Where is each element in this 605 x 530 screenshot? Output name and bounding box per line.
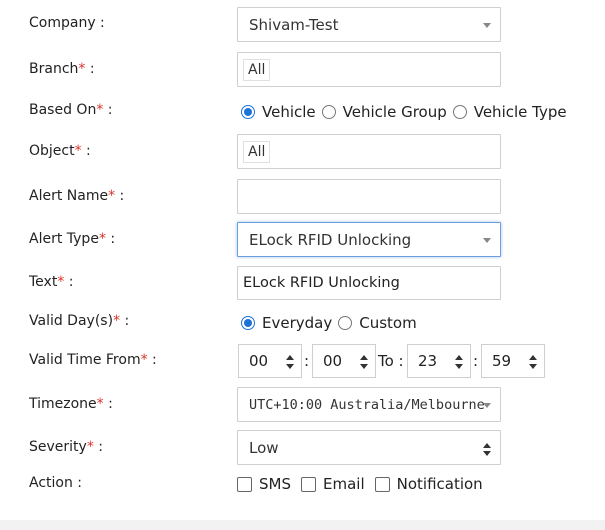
select-arrows-icon — [483, 443, 491, 456]
company-label: Company : — [29, 15, 105, 31]
dropdown-arrow-icon — [483, 23, 491, 28]
timezone-label: Timezone* : — [29, 396, 113, 412]
checkbox-sms[interactable] — [237, 476, 252, 492]
alert-type-label: Alert Type* : — [29, 231, 116, 247]
to-hour-value: 23 — [418, 352, 438, 370]
valid-days-radio-group: Everyday Custom — [241, 314, 423, 332]
object-chip-all[interactable]: All — [243, 141, 271, 163]
alert-type-select[interactable]: ELock RFID Unlocking — [237, 222, 501, 257]
radio-everyday[interactable] — [241, 316, 255, 330]
timezone-value: UTC+10:00 Australia/Melbourne — [249, 396, 485, 413]
radio-vehicle-type[interactable] — [452, 105, 467, 119]
from-minute-stepper[interactable]: 00 — [312, 344, 376, 378]
branch-multiselect[interactable]: All — [237, 52, 501, 87]
to-minute-stepper[interactable]: 59 — [481, 344, 545, 378]
radio-custom[interactable] — [338, 316, 353, 330]
spinner-arrows-icon[interactable] — [286, 355, 294, 369]
checkbox-notification-label[interactable]: Notification — [397, 475, 483, 493]
severity-select[interactable]: Low — [237, 430, 501, 465]
radio-vehicle-group-label[interactable]: Vehicle Group — [343, 103, 447, 121]
time-colon: : — [473, 352, 479, 370]
based-on-label: Based On* : — [29, 102, 113, 118]
time-colon: : — [304, 352, 310, 370]
based-on-radio-group: Vehicle Vehicle Group Vehicle Type — [241, 103, 573, 121]
object-multiselect[interactable]: All — [237, 134, 501, 169]
spinner-arrows-icon[interactable] — [529, 355, 537, 369]
radio-vehicle-group[interactable] — [321, 105, 336, 119]
company-select[interactable]: Shivam-Test — [237, 7, 501, 42]
radio-vehicle-type-label[interactable]: Vehicle Type — [474, 103, 567, 121]
branch-chip-all[interactable]: All — [243, 59, 271, 81]
checkbox-notification[interactable] — [374, 476, 390, 492]
radio-everyday-label[interactable]: Everyday — [262, 314, 332, 332]
text-input[interactable]: ELock RFID Unlocking — [237, 266, 501, 300]
branch-label: Branch* : — [29, 61, 95, 77]
bottom-scroll-area — [0, 520, 605, 530]
severity-value: Low — [249, 438, 279, 457]
object-label: Object* : — [29, 143, 91, 159]
checkbox-email[interactable] — [301, 476, 316, 492]
to-hour-stepper[interactable]: 23 — [407, 344, 471, 378]
radio-vehicle[interactable] — [241, 105, 255, 119]
timezone-select[interactable]: UTC+10:00 Australia/Melbourne — [237, 387, 501, 422]
valid-days-label: Valid Day(s)* : — [29, 313, 130, 329]
action-label: Action : — [29, 475, 83, 491]
from-hour-value: 00 — [249, 352, 269, 370]
alert-type-value: ELock RFID Unlocking — [249, 230, 412, 249]
alert-name-input[interactable] — [237, 179, 501, 214]
valid-time-label: Valid Time From* : — [29, 352, 157, 368]
dropdown-arrow-icon — [483, 403, 491, 408]
to-label: To : — [378, 352, 404, 370]
from-hour-stepper[interactable]: 00 — [238, 344, 302, 378]
checkbox-sms-label[interactable]: SMS — [259, 475, 291, 493]
company-value: Shivam-Test — [249, 15, 339, 34]
spinner-arrows-icon[interactable] — [360, 355, 368, 369]
action-checkbox-group: SMS Email Notification — [237, 475, 493, 493]
alert-name-label: Alert Name* : — [29, 188, 125, 204]
text-label: Text* : — [29, 274, 74, 290]
dropdown-arrow-icon — [483, 238, 491, 243]
spinner-arrows-icon[interactable] — [455, 355, 463, 369]
checkbox-email-label[interactable]: Email — [323, 475, 365, 493]
to-minute-value: 59 — [492, 352, 512, 370]
radio-vehicle-label[interactable]: Vehicle — [262, 103, 316, 121]
radio-custom-label[interactable]: Custom — [359, 314, 416, 332]
from-minute-value: 00 — [323, 352, 343, 370]
severity-label: Severity* : — [29, 439, 103, 455]
